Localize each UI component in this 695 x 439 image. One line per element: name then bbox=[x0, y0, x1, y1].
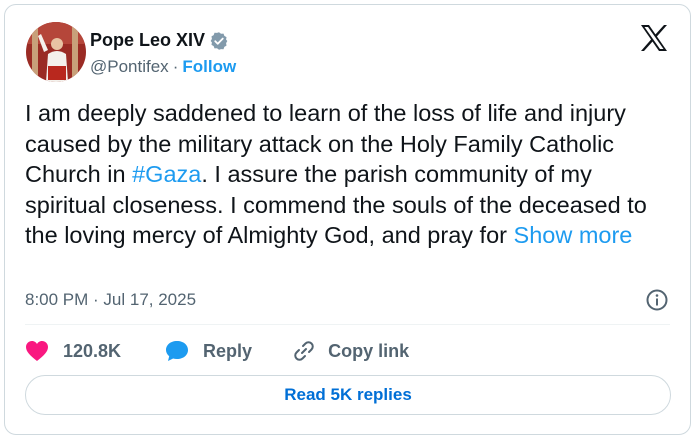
read-replies-button[interactable]: Read 5K replies bbox=[25, 375, 671, 415]
link-icon bbox=[292, 339, 316, 363]
action-bar: 120.8K Reply Copy link bbox=[25, 339, 409, 363]
reply-label: Reply bbox=[203, 340, 253, 361]
read-replies-label: Read 5K replies bbox=[284, 385, 412, 404]
reply-button[interactable]: Reply bbox=[151, 340, 252, 362]
tweet-card: Pope Leo XIV @Pontifex · Follow I am dee… bbox=[4, 4, 691, 435]
author-handle[interactable]: @Pontifex bbox=[90, 57, 169, 77]
like-button[interactable]: 120.8K bbox=[25, 340, 121, 362]
follow-button[interactable]: Follow bbox=[182, 57, 236, 77]
author-name[interactable]: Pope Leo XIV bbox=[90, 30, 205, 51]
hashtag-link[interactable]: #Gaza bbox=[132, 161, 201, 187]
show-more-link[interactable]: Show more bbox=[514, 222, 633, 248]
speech-bubble-icon bbox=[165, 340, 189, 362]
divider bbox=[25, 324, 670, 325]
verified-badge-icon bbox=[209, 31, 229, 51]
x-logo-icon[interactable] bbox=[639, 24, 669, 52]
separator: · bbox=[172, 57, 179, 76]
avatar[interactable] bbox=[26, 22, 86, 82]
copy-link-label: Copy link bbox=[328, 340, 410, 361]
tweet-text: I am deeply saddened to learn of the los… bbox=[25, 98, 675, 251]
like-count: 120.8K bbox=[63, 340, 122, 361]
author-handle-row: @Pontifex · Follow bbox=[90, 57, 236, 77]
author-name-row: Pope Leo XIV bbox=[90, 30, 229, 51]
heart-icon bbox=[25, 340, 49, 362]
copy-link-button[interactable]: Copy link bbox=[280, 339, 409, 363]
info-icon[interactable] bbox=[645, 288, 669, 312]
timestamp[interactable]: 8:00 PM · Jul 17, 2025 bbox=[25, 290, 196, 310]
